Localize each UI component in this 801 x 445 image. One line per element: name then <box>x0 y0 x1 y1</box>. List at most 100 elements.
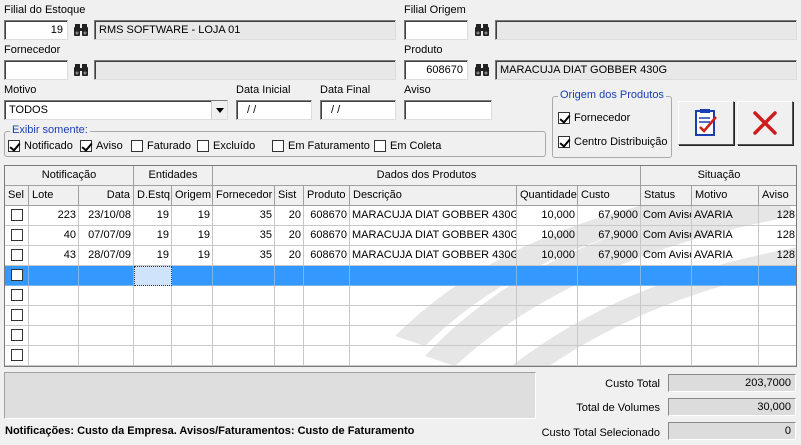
aviso-checkbox[interactable]: Aviso <box>80 140 123 152</box>
col-origem[interactable]: Origem <box>172 186 213 206</box>
cell-fornecedor: 35 <box>213 206 275 226</box>
col-descricao[interactable]: Descrição <box>350 186 517 206</box>
binoculars-icon[interactable] <box>471 60 493 80</box>
aviso-checkbox-label: Aviso <box>96 140 123 152</box>
binoculars-icon[interactable] <box>70 20 92 40</box>
cell-aviso: 128 <box>759 226 796 246</box>
grid-column-header: Sel Lote Data D.Estq Origem Fornecedor S… <box>5 186 796 206</box>
cell-motivo: AVARIA <box>692 246 759 266</box>
row-checkbox[interactable] <box>10 209 23 222</box>
row-checkbox[interactable] <box>10 229 23 242</box>
close-icon <box>753 111 777 135</box>
cell-produto: 608670 <box>304 226 350 246</box>
motivo-select[interactable]: TODOS <box>4 100 228 120</box>
produto-name-field: MARACUJA DIAT GOBBER 430G <box>495 60 797 80</box>
focused-cell[interactable] <box>134 266 172 286</box>
produto-code-input[interactable]: 608670 <box>404 60 468 80</box>
col-sel[interactable]: Sel <box>5 186 29 206</box>
table-row[interactable]: 40 07/07/09 19 19 35 20 608670 MARACUJA … <box>5 226 796 246</box>
row-checkbox[interactable] <box>10 269 23 282</box>
chevron-down-icon[interactable] <box>211 101 227 119</box>
filial-estoque-code-input[interactable]: 19 <box>4 20 68 40</box>
checkbox-icon[interactable] <box>197 140 209 152</box>
em-coleta-checkbox[interactable]: Em Coleta <box>374 140 441 152</box>
col-fornecedor[interactable]: Fornecedor <box>213 186 275 206</box>
cell-lote: 40 <box>29 226 79 246</box>
table-row[interactable]: 223 23/10/08 19 19 35 20 608670 MARACUJA… <box>5 206 796 226</box>
row-checkbox[interactable] <box>10 329 23 342</box>
cell-produto: 608670 <box>304 246 350 266</box>
cell-status: Com Aviso <box>641 246 692 266</box>
col-lote[interactable]: Lote <box>29 186 79 206</box>
aviso-label: Aviso <box>404 84 431 96</box>
cell-sist: 20 <box>275 226 304 246</box>
cell-data: 28/07/09 <box>79 246 134 266</box>
aviso-input[interactable] <box>404 100 492 120</box>
fornecedor-checkbox-label: Fornecedor <box>574 112 631 124</box>
cell-aviso: 128 <box>759 206 796 226</box>
col-quantidade[interactable]: Quantidade <box>517 186 578 206</box>
col-status[interactable]: Status <box>641 186 692 206</box>
total-volumes-value: 30,000 <box>668 398 796 416</box>
checkbox-checked-icon[interactable] <box>558 112 570 124</box>
col-data[interactable]: Data <box>79 186 134 206</box>
selected-empty-row[interactable] <box>5 266 796 286</box>
data-inicial-input[interactable]: / / <box>236 100 312 120</box>
binoculars-icon[interactable] <box>471 20 493 40</box>
cancel-button[interactable] <box>737 101 793 145</box>
exibir-somente-title: Exibir somente: <box>10 124 90 136</box>
row-checkbox[interactable] <box>10 289 23 302</box>
excluido-checkbox[interactable]: Excluído <box>197 140 255 152</box>
checkbox-checked-icon[interactable] <box>8 140 20 152</box>
fornecedor-checkbox[interactable]: Fornecedor <box>558 112 630 124</box>
col-aviso[interactable]: Aviso <box>759 186 796 206</box>
confirm-button[interactable] <box>678 101 734 145</box>
products-grid[interactable]: Notificação Entidades Dados dos Produtos… <box>4 165 797 367</box>
fornecedor-label: Fornecedor <box>4 44 61 56</box>
checkbox-icon[interactable] <box>131 140 143 152</box>
row-checkbox[interactable] <box>10 309 23 322</box>
empty-row[interactable] <box>5 346 796 366</box>
col-sist[interactable]: Sist <box>275 186 304 206</box>
produto-label: Produto <box>404 44 443 56</box>
checkbox-checked-icon[interactable] <box>558 136 570 148</box>
em-faturamento-checkbox[interactable]: Em Faturamento <box>272 140 370 152</box>
cell-lote: 43 <box>29 246 79 266</box>
empty-row[interactable] <box>5 306 796 326</box>
cell-destq: 19 <box>134 246 172 266</box>
checkbox-checked-icon[interactable] <box>80 140 92 152</box>
notificado-checkbox[interactable]: Notificado <box>8 140 73 152</box>
fornecedor-code-input[interactable] <box>4 60 68 80</box>
custo-total-label: Custo Total <box>605 378 660 390</box>
table-row[interactable]: 43 28/07/09 19 19 35 20 608670 MARACUJA … <box>5 246 796 266</box>
cell-aviso: 128 <box>759 246 796 266</box>
cell-status: Com Aviso <box>641 206 692 226</box>
col-motivo[interactable]: Motivo <box>692 186 759 206</box>
cell-sist: 20 <box>275 206 304 226</box>
centro-distribuicao-checkbox[interactable]: Centro Distribuição <box>558 136 668 148</box>
cell-origem: 19 <box>172 206 213 226</box>
row-checkbox[interactable] <box>10 249 23 262</box>
data-final-input[interactable]: / / <box>320 100 396 120</box>
checkbox-icon[interactable] <box>272 140 284 152</box>
cell-sist: 20 <box>275 246 304 266</box>
cell-destq: 19 <box>134 226 172 246</box>
col-destq[interactable]: D.Estq <box>134 186 172 206</box>
filial-origem-code-input[interactable] <box>404 20 468 40</box>
empty-row[interactable] <box>5 286 796 306</box>
cell-origem: 19 <box>172 226 213 246</box>
checkbox-icon[interactable] <box>374 140 386 152</box>
col-produto[interactable]: Produto <box>304 186 350 206</box>
faturado-label: Faturado <box>147 140 192 152</box>
col-custo[interactable]: Custo <box>578 186 641 206</box>
row-checkbox[interactable] <box>10 349 23 362</box>
filial-origem-label: Filial Origem <box>404 4 466 16</box>
data-final-label: Data Final <box>320 84 371 96</box>
faturado-checkbox[interactable]: Faturado <box>131 140 191 152</box>
cell-custo: 67,9000 <box>578 246 641 266</box>
cell-quantidade: 10,000 <box>517 246 578 266</box>
cell-quantidade: 10,000 <box>517 206 578 226</box>
binoculars-icon[interactable] <box>70 60 92 80</box>
empty-row[interactable] <box>5 326 796 346</box>
cell-fornecedor: 35 <box>213 226 275 246</box>
